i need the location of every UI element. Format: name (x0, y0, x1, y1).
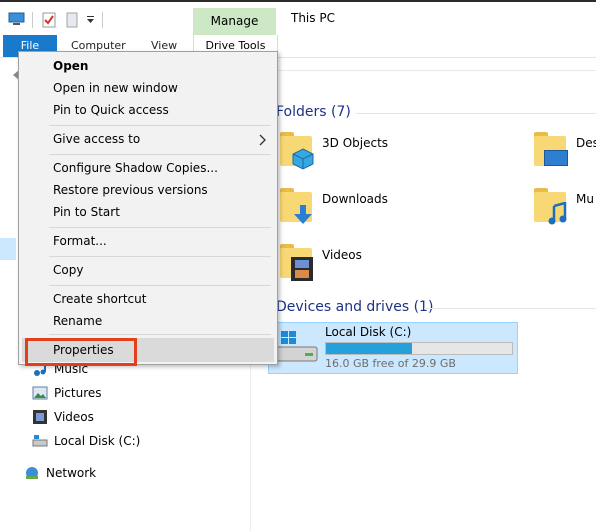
drive-usage-bar (325, 342, 513, 355)
drive-usage-fill (326, 343, 412, 354)
3d-objects-icon (278, 130, 314, 170)
desktop-icon (532, 130, 568, 170)
menu-item-give-access[interactable]: Give access to (53, 132, 140, 146)
videos-icon (33, 410, 47, 424)
properties-highlight-box (25, 338, 137, 366)
drive-icon (32, 435, 48, 447)
menu-separator (49, 285, 271, 286)
address-divider (276, 70, 596, 71)
folder-label: Videos (322, 248, 362, 262)
menu-separator (49, 256, 271, 257)
menu-item-format[interactable]: Format... (53, 234, 107, 248)
menu-item-pin-start[interactable]: Pin to Start (53, 205, 120, 219)
pictures-icon (32, 386, 48, 400)
nav-label: Pictures (54, 386, 102, 400)
drive-free-space: 16.0 GB free of 29.9 GB (325, 357, 456, 370)
menu-item-rename[interactable]: Rename (53, 314, 102, 328)
folder-3d-objects[interactable]: 3D Objects (278, 130, 388, 170)
drive-name: Local Disk (C:) (325, 325, 412, 339)
nav-item-local-disk[interactable]: Local Disk (C:) (32, 432, 140, 450)
folder-label: 3D Objects (322, 136, 389, 150)
menu-item-restore-previous-versions[interactable]: Restore previous versions (53, 183, 208, 197)
manage-context-tab[interactable]: Manage (193, 8, 276, 35)
menu-separator (49, 334, 271, 335)
network-icon (26, 467, 38, 479)
submenu-arrow-icon (259, 134, 266, 146)
folders-group-header[interactable]: Folders (7) (276, 104, 351, 120)
nav-selected-indicator (0, 238, 16, 260)
nav-label: Local Disk (C:) (54, 434, 141, 448)
context-menu: Open Open in new window Pin to Quick acc… (18, 51, 278, 365)
nav-item-network[interactable]: Network (24, 464, 96, 482)
drive-tile-local-disk[interactable]: Local Disk (C:) 16.0 GB free of 29.9 GB (268, 322, 518, 374)
nav-label: Network (46, 466, 97, 480)
folder-downloads[interactable]: Downloads (278, 186, 388, 226)
music-folder-icon (532, 186, 568, 226)
menu-item-copy[interactable]: Copy (53, 263, 83, 277)
group-header-line (356, 113, 596, 114)
folder-videos[interactable]: Videos (278, 242, 362, 282)
window-title: This PC (291, 11, 335, 25)
local-disk-icon (276, 331, 318, 362)
folder-music[interactable]: Mu (532, 186, 594, 226)
folder-label: Downloads (322, 192, 388, 206)
customize-qat-dropdown-icon[interactable] (86, 16, 96, 24)
content-pane (251, 58, 596, 531)
nav-label: Videos (54, 410, 94, 424)
properties-check-icon[interactable] (42, 12, 56, 28)
videos-folder-icon (278, 242, 314, 282)
menu-separator (49, 227, 271, 228)
qat-divider (32, 12, 33, 28)
nav-item-pictures[interactable]: Pictures (32, 384, 102, 402)
menu-item-open-new-window[interactable]: Open in new window (53, 81, 178, 95)
folder-desktop[interactable]: Des (532, 130, 596, 170)
qat-divider (102, 12, 103, 28)
menu-item-open[interactable]: Open (53, 59, 88, 73)
menu-item-pin-quick-access[interactable]: Pin to Quick access (53, 103, 169, 117)
devices-group-header[interactable]: Devices and drives (1) (276, 299, 433, 315)
computer-icon[interactable] (8, 12, 26, 26)
menu-item-configure-shadow-copies[interactable]: Configure Shadow Copies... (53, 161, 218, 175)
group-header-line (424, 308, 596, 309)
menu-separator (49, 154, 271, 155)
nav-item-videos[interactable]: Videos (32, 408, 94, 426)
folder-label: Mu (576, 192, 594, 206)
downloads-icon (278, 186, 314, 226)
manage-label: Manage (210, 14, 259, 28)
menu-item-create-shortcut[interactable]: Create shortcut (53, 292, 146, 306)
folder-label: Des (576, 136, 596, 150)
new-folder-icon[interactable] (66, 12, 78, 28)
menu-separator (49, 125, 271, 126)
